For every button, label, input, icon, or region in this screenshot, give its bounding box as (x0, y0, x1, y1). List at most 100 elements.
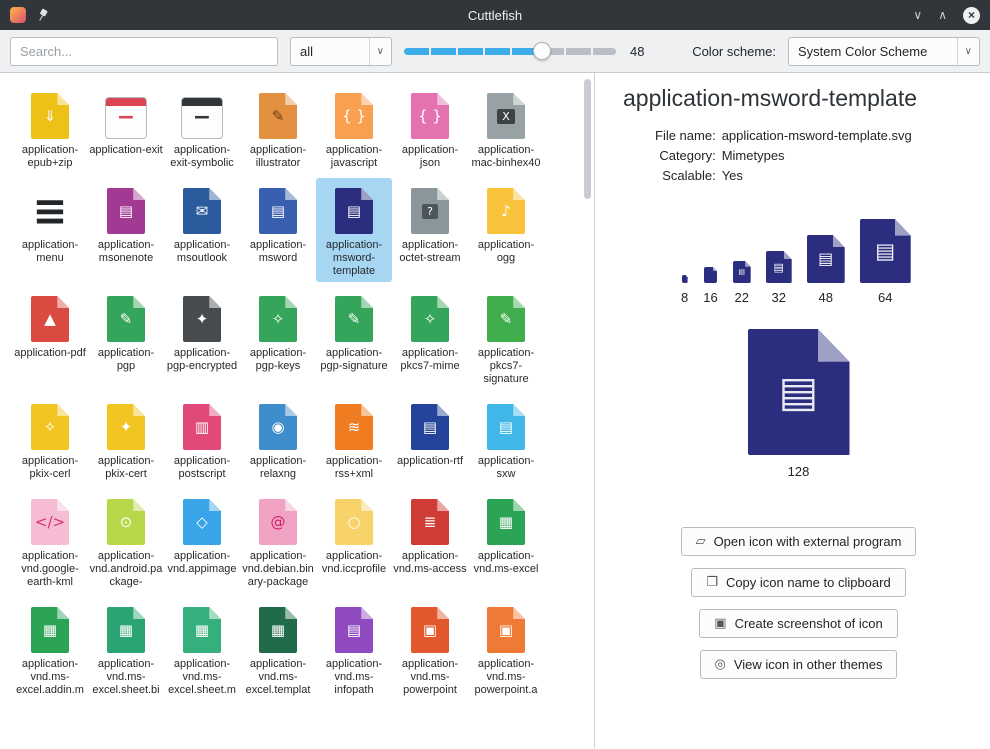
icon-grid-item[interactable]: ? application-octet-stream (392, 178, 468, 282)
icon-label: application-illustrator (241, 144, 315, 170)
file-glyph: ▤ (875, 241, 895, 262)
icon-grid-item[interactable]: ◉ application-relaxng (240, 394, 316, 485)
icon-grid-item[interactable]: { } application-javascript (316, 83, 392, 174)
icon-grid-item[interactable]: ▤ application-rtf (392, 394, 468, 485)
icon-grid-item[interactable]: </> application-vnd.google-earth-kml (12, 489, 88, 593)
slider-track[interactable] (404, 48, 616, 55)
size-preview-item: ▤ 32 (766, 251, 792, 305)
close-button[interactable]: × (963, 7, 980, 24)
icon-grid-item[interactable]: ▲ application-pdf (12, 286, 88, 390)
icon-label: application-rss+xml (317, 455, 391, 481)
icon-grid-item[interactable]: ✦ application-pgp-encrypted (164, 286, 240, 390)
file-type-icon: ✎ (335, 296, 373, 342)
icon-grid-item[interactable]: ▦ application-vnd.ms-excel (468, 489, 544, 593)
page-title: application-msword-template (623, 85, 974, 112)
field-key: File name: (655, 128, 716, 143)
icon-grid-item[interactable]: ▤ application-sxw (468, 394, 544, 485)
icon-grid-item[interactable]: ✦ application-pkix-cert (88, 394, 164, 485)
icon-grid-item[interactable]: ⇓ application-epub+zip (12, 83, 88, 174)
file-glyph: ✎ (120, 312, 133, 327)
pin-icon[interactable] (34, 6, 51, 23)
icon-label: application-msword (241, 239, 315, 265)
chevron-down-button[interactable]: ∨ (913, 9, 922, 21)
icon-grid-item[interactable]: ▥ application-postscript (164, 394, 240, 485)
view-themes-button[interactable]: ◎ View icon in other themes (700, 650, 898, 679)
icon-grid-item[interactable]: ✧ application-pgp-keys (240, 286, 316, 390)
file-type-icon: ? (411, 188, 449, 234)
copy-icon: ❐ (706, 575, 718, 590)
file-type-icon: − (105, 97, 147, 139)
icon-grid-item[interactable]: ▤ application-vnd.ms-infopath (316, 597, 392, 701)
chevron-up-button[interactable]: ∧ (938, 9, 947, 21)
icon-grid-item[interactable]: ✧ application-pkcs7-mime (392, 286, 468, 390)
field-value: Mimetypes (722, 148, 912, 163)
search-input[interactable] (10, 37, 278, 66)
file-glyph: ▤ (738, 269, 745, 276)
file-type-icon: ✎ (107, 296, 145, 342)
file-type-icon: ≋ (335, 404, 373, 450)
icon-grid-item[interactable]: X application-mac-binhex40 (468, 83, 544, 174)
icon-grid-item[interactable]: ≡ application-menu (12, 178, 88, 282)
category-filter-dropdown[interactable]: all ∨ (290, 37, 392, 66)
icon-grid-item[interactable]: ✎ application-pkcs7-signature (468, 286, 544, 390)
cuttlefish-window: Cuttlefish ∨ ∧ × all ∨ 48 Color scheme: … (0, 0, 990, 748)
screenshot-button[interactable]: ▣ Create screenshot of icon (699, 609, 897, 638)
file-type-icon: ✉ (183, 188, 221, 234)
file-glyph: ? (422, 204, 438, 219)
icon-label: application-pdf (13, 347, 87, 360)
icon-grid-item[interactable]: ▣ application-vnd.ms-powerpoint.a (468, 597, 544, 701)
icon-grid-item[interactable]: − application-exit (88, 83, 164, 174)
file-type-icon: { } (411, 93, 449, 139)
slider-handle[interactable] (533, 42, 551, 60)
file-glyph: ◇ (196, 515, 208, 530)
window-title: Cuttlefish (0, 8, 990, 23)
size-preview-item: ▤ 64 (860, 219, 911, 305)
icon-grid-item[interactable]: ♪ application-ogg (468, 178, 544, 282)
icon-label: application-vnd.ms-excel.addin.m (13, 658, 87, 697)
color-scheme-dropdown[interactable]: System Color Scheme ∨ (788, 37, 980, 66)
size-preview-label: 64 (878, 290, 892, 305)
chevron-down-icon: ∨ (369, 38, 391, 65)
size-slider[interactable] (404, 41, 616, 61)
icon-grid-item[interactable]: ▤ application-msword (240, 178, 316, 282)
icon-grid-item[interactable]: ◇ application-vnd.appimage (164, 489, 240, 593)
size-preview-icon: ▤ (860, 219, 911, 283)
icon-grid-item[interactable]: ✎ application-pgp (88, 286, 164, 390)
icon-grid-item[interactable]: ✧ application-pkix-cerl (12, 394, 88, 485)
icon-grid-item[interactable]: ▦ application-vnd.ms-excel.sheet.m (164, 597, 240, 701)
size-preview-label: 48 (818, 290, 832, 305)
file-glyph: ✦ (196, 312, 209, 327)
icon-grid-item[interactable]: ✎ application-pgp-signature (316, 286, 392, 390)
icon-grid-item[interactable]: { } application-json (392, 83, 468, 174)
icon-grid-item[interactable]: ✎ application-illustrator (240, 83, 316, 174)
icon-grid-item[interactable]: ▦ application-vnd.ms-excel.sheet.bi (88, 597, 164, 701)
large-size-label: 128 (788, 464, 810, 479)
icon-grid-item[interactable]: ≣ application-vnd.ms-access (392, 489, 468, 593)
icon-grid-item[interactable]: ▣ application-vnd.ms-powerpoint (392, 597, 468, 701)
icon-grid-item[interactable]: − application-exit-symbolic (164, 83, 240, 174)
scrollbar[interactable] (584, 79, 591, 199)
icon-grid-item[interactable]: ▤ application-msword-template (316, 178, 392, 282)
icon-grid-item[interactable]: ▦ application-vnd.ms-excel.addin.m (12, 597, 88, 701)
icon-grid-item[interactable]: ○ application-vnd.iccprofile (316, 489, 392, 593)
view-themes-icon: ◎ (715, 657, 726, 672)
file-glyph: </> (35, 515, 65, 530)
size-preview-item: 16 (703, 267, 717, 305)
file-type-icon: ✧ (31, 404, 69, 450)
icon-grid-item[interactable]: ✉ application-msoutlook (164, 178, 240, 282)
file-glyph: ▤ (347, 623, 361, 638)
icon-grid-item[interactable]: @ application-vnd.debian.binary-package (240, 489, 316, 593)
file-glyph: ▤ (818, 251, 833, 267)
icon-grid-item[interactable]: ≋ application-rss+xml (316, 394, 392, 485)
size-preview-item: ▤ 48 (807, 235, 845, 305)
icon-grid-item[interactable]: ⊙ application-vnd.android.package- (88, 489, 164, 593)
field-key: Category: (655, 148, 716, 163)
icon-grid-item[interactable]: ▤ application-msonenote (88, 178, 164, 282)
icon-grid-item[interactable]: ▦ application-vnd.ms-excel.templat (240, 597, 316, 701)
copy-name-button[interactable]: ❐ Copy icon name to clipboard (691, 568, 905, 597)
file-glyph: ≋ (348, 420, 361, 435)
file-glyph: ▤ (119, 204, 133, 219)
open-external-button[interactable]: ▱ Open icon with external program (681, 527, 917, 556)
icon-label: application-postscript (165, 455, 239, 481)
file-type-icon: X (487, 93, 525, 139)
